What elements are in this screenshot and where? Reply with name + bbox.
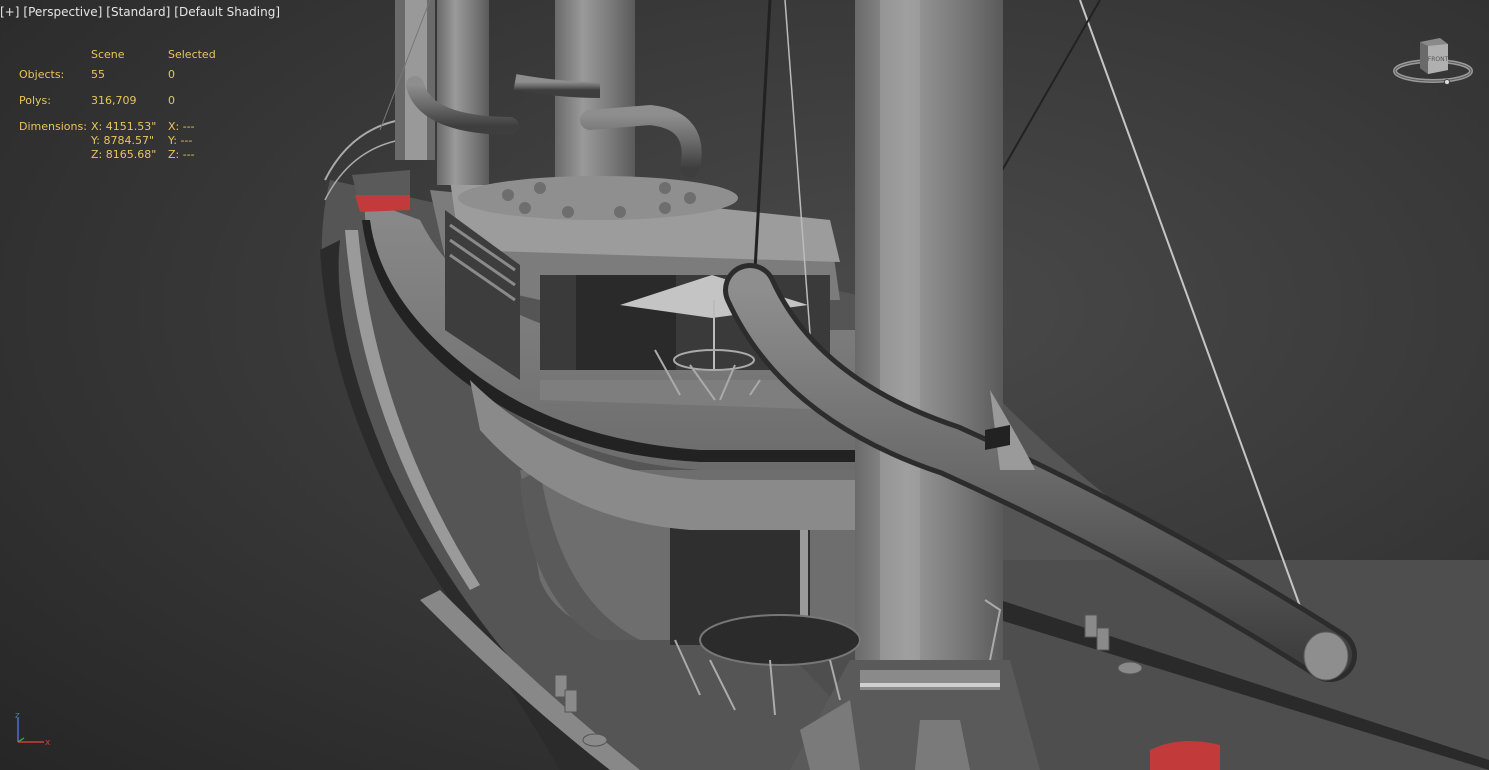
stats-objects-selected: 0	[168, 68, 175, 81]
view-type-menu[interactable]: [Perspective]	[23, 5, 102, 19]
ship-scene-render	[320, 0, 1489, 770]
axis-x-label: x	[45, 738, 51, 748]
stats-objects-label: Objects:	[19, 68, 65, 81]
stats-dim-z-selected: Z: ---	[168, 148, 195, 161]
stats-objects-scene: 55	[91, 68, 105, 81]
render-mode-menu[interactable]: [Standard]	[106, 5, 170, 19]
axis-z-label: z	[15, 712, 20, 721]
shading-mode-menu[interactable]: [Default Shading]	[174, 5, 280, 19]
stats-dim-x-selected: X: ---	[168, 120, 195, 133]
stats-polys-label: Polys:	[19, 94, 51, 107]
perspective-viewport[interactable]: [+] [Perspective] [Standard] [Default Shadi…	[0, 0, 1489, 770]
stats-dimensions-label: Dimensions:	[19, 120, 87, 133]
stats-polys-selected: 0	[168, 94, 175, 107]
stats-dim-y-scene: Y: 8784.57"	[91, 134, 155, 147]
axis-tripod-icon: z x	[10, 711, 58, 752]
viewport-label-bar: [+] [Perspective] [Standard] [Default Shadi…	[0, 5, 284, 21]
stats-dim-y-selected: Y: ---	[168, 134, 193, 147]
stats-col-scene: Scene	[91, 48, 125, 61]
stats-dim-z-scene: Z: 8165.68"	[91, 148, 157, 161]
viewport-menu-button[interactable]: [+]	[0, 5, 19, 19]
stats-polys-scene: 316,709	[91, 94, 137, 107]
stats-col-selected: Selected	[168, 48, 216, 61]
stats-dim-x-scene: X: 4151.53"	[91, 120, 157, 133]
viewcube-icon[interactable]: FRONT	[1392, 34, 1474, 90]
viewcube-face-label: FRONT	[1428, 56, 1449, 63]
